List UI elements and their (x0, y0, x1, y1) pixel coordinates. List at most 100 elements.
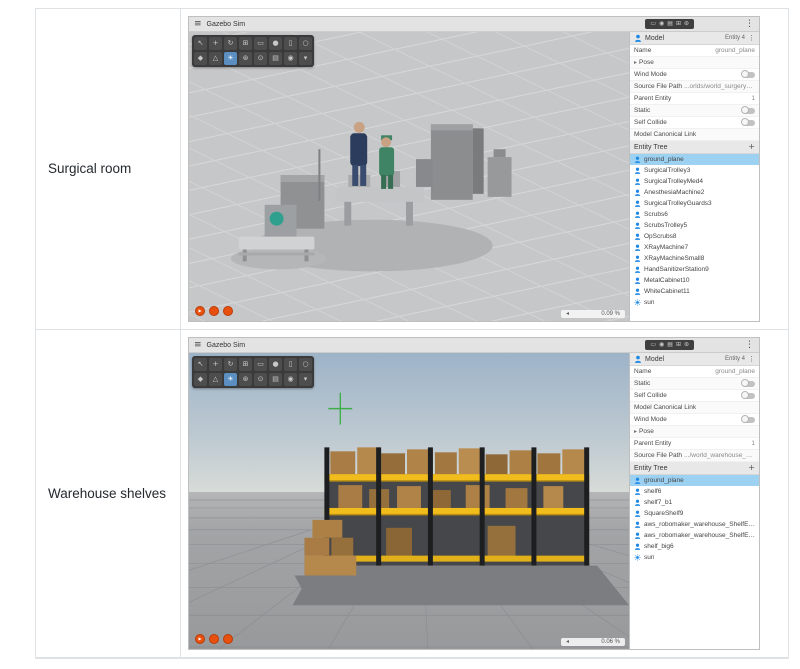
more-options-icon[interactable]: ⋮ (745, 20, 754, 29)
entity-tree-item[interactable]: aws_robomaker_warehouse_ShelfE_013 (630, 519, 759, 530)
reset-button[interactable] (223, 306, 233, 316)
property-row[interactable]: Self Collide (630, 117, 759, 129)
entity-tree-item[interactable]: MetalCabinet10 (630, 275, 759, 286)
point-light-icon[interactable]: ⊛ (239, 373, 252, 386)
play-button[interactable]: ▶ (195, 634, 205, 644)
viewport-3d[interactable]: ↖+↻⊞▭●▯○ ◆△☀⊛⊙▤◉▾ ▶ ◂ 0.06 % (189, 353, 629, 649)
entity-tree-item[interactable]: aws_robomaker_warehouse_ShelfE_014 (630, 530, 759, 541)
add-entity-icon[interactable]: + (748, 464, 755, 472)
entity-tree-item[interactable]: SurgicalTrolleyMed4 (630, 176, 759, 187)
menu-icon[interactable]: ≡ (194, 20, 202, 29)
toggle-switch[interactable] (742, 417, 755, 423)
reset-button[interactable] (223, 634, 233, 644)
plugins-icon[interactable]: ▤ (667, 21, 673, 27)
property-row[interactable]: Model Canonical Link (630, 402, 759, 414)
record-video-icon[interactable]: ◉ (659, 342, 664, 348)
entity-tree-item[interactable]: shelf6 (630, 486, 759, 497)
directional-light-icon[interactable]: ☀ (224, 52, 237, 65)
expand-icon[interactable] (634, 59, 637, 66)
translate-tool-icon[interactable]: + (209, 358, 222, 371)
entity-tree-item[interactable]: AnesthesiaMachine2 (630, 187, 759, 198)
more-tools-icon[interactable]: ▾ (299, 52, 312, 65)
entity-tree-item[interactable]: sun (630, 552, 759, 563)
toggle-switch[interactable] (742, 381, 755, 387)
entity-tree-item[interactable]: SurgicalTrolley3 (630, 165, 759, 176)
entity-tree-item[interactable]: shelf7_b1 (630, 497, 759, 508)
plugins-icon[interactable]: ▤ (667, 342, 673, 348)
snap-settings-icon[interactable]: ⊞ (239, 358, 252, 371)
property-row[interactable]: Name ground_plane (630, 366, 759, 378)
add-entity-icon[interactable]: + (748, 143, 755, 151)
panel-more-icon[interactable]: ⋮ (748, 35, 755, 42)
select-tool-icon[interactable]: ↖ (194, 37, 207, 50)
sphere-shape-icon[interactable]: ● (269, 37, 282, 50)
property-row[interactable]: Name ground_plane (630, 45, 759, 57)
property-row[interactable]: Wind Mode (630, 69, 759, 81)
point-light-icon[interactable]: ⊛ (239, 52, 252, 65)
more-tools-icon[interactable]: ▾ (299, 373, 312, 386)
entity-tree-item[interactable]: WhiteCabinet11 (630, 286, 759, 297)
entity-tree-item[interactable]: shelf_big6 (630, 541, 759, 552)
directional-light-icon[interactable]: ☀ (224, 373, 237, 386)
play-button[interactable]: ▶ (195, 306, 205, 316)
rotate-tool-icon[interactable]: ↻ (224, 358, 237, 371)
expand-icon[interactable] (634, 428, 637, 435)
rotate-tool-icon[interactable]: ↻ (224, 37, 237, 50)
box-shape-icon[interactable]: ▭ (254, 358, 267, 371)
capsule-shape-icon[interactable]: ○ (299, 37, 312, 50)
grid-config-icon[interactable]: ⊞ (676, 342, 681, 348)
toggle-switch[interactable] (742, 108, 755, 114)
entity-tree-item[interactable]: ground_plane (630, 475, 759, 486)
select-tool-icon[interactable]: ↖ (194, 358, 207, 371)
property-row[interactable]: Source File Path ...orlds/world_surgery_… (630, 81, 759, 93)
viewport-3d[interactable]: ↖+↻⊞▭●▯○ ◆△☀⊛⊙▤◉▾ ▶ ◂ 0.09 % (189, 32, 629, 321)
more-options-icon[interactable]: ⋮ (745, 341, 754, 350)
toggle-switch[interactable] (742, 72, 755, 78)
video-record-icon[interactable]: ◉ (284, 52, 297, 65)
property-row[interactable]: Wind Mode (630, 414, 759, 426)
cone-shape-icon[interactable]: △ (209, 373, 222, 386)
step-button[interactable] (209, 634, 219, 644)
entity-tree-item[interactable]: HandSanitizerStation9 (630, 264, 759, 275)
property-row[interactable]: Pose (630, 57, 759, 69)
entity-tree-item[interactable]: XRayMachine7 (630, 242, 759, 253)
spot-light-icon[interactable]: ⊙ (254, 52, 267, 65)
ellipsoid-shape-icon[interactable]: ◆ (194, 373, 207, 386)
entity-tree-item[interactable]: sun (630, 297, 759, 308)
cylinder-shape-icon[interactable]: ▯ (284, 358, 297, 371)
screenshot-icon[interactable]: ▭ (650, 342, 656, 348)
screenshot-icon[interactable]: ▭ (650, 21, 656, 27)
entity-tree-item[interactable]: ScrubsTrolley5 (630, 220, 759, 231)
collapse-arrow-icon[interactable]: ◂ (566, 639, 569, 645)
property-row[interactable]: Parent Entity 1 (630, 438, 759, 450)
rtf-display[interactable]: ◂ 0.09 % (561, 310, 625, 318)
record-video-icon[interactable]: ◉ (659, 21, 664, 27)
entity-tree-item[interactable]: OpScrubs8 (630, 231, 759, 242)
entity-tree-item[interactable]: SurgicalTrolleyGuards3 (630, 198, 759, 209)
box-shape-icon[interactable]: ▭ (254, 37, 267, 50)
ellipsoid-shape-icon[interactable]: ◆ (194, 52, 207, 65)
toggle-switch[interactable] (742, 393, 755, 399)
entity-tree-item[interactable]: ground_plane (630, 154, 759, 165)
entity-tree-item[interactable]: XRayMachineSmall8 (630, 253, 759, 264)
mesh-import-icon[interactable]: ▤ (269, 373, 282, 386)
grid-config-icon[interactable]: ⊞ (676, 21, 681, 27)
toggle-switch[interactable] (742, 120, 755, 126)
mesh-import-icon[interactable]: ▤ (269, 52, 282, 65)
sphere-shape-icon[interactable]: ● (269, 358, 282, 371)
property-row[interactable]: Self Collide (630, 390, 759, 402)
property-row[interactable]: Source File Path .../world_warehouse_she… (630, 450, 759, 462)
snap-settings-icon[interactable]: ⊞ (239, 37, 252, 50)
panel-more-icon[interactable]: ⋮ (748, 356, 755, 363)
spot-light-icon[interactable]: ⊙ (254, 373, 267, 386)
cone-shape-icon[interactable]: △ (209, 52, 222, 65)
collapse-arrow-icon[interactable]: ◂ (566, 311, 569, 317)
capsule-shape-icon[interactable]: ○ (299, 358, 312, 371)
property-row[interactable]: Pose (630, 426, 759, 438)
menu-icon[interactable]: ≡ (194, 341, 202, 350)
property-row[interactable]: Static (630, 105, 759, 117)
property-row[interactable]: Static (630, 378, 759, 390)
translate-tool-icon[interactable]: + (209, 37, 222, 50)
property-row[interactable]: Model Canonical Link (630, 129, 759, 141)
entity-tree-item[interactable]: SquareShelf9 (630, 508, 759, 519)
